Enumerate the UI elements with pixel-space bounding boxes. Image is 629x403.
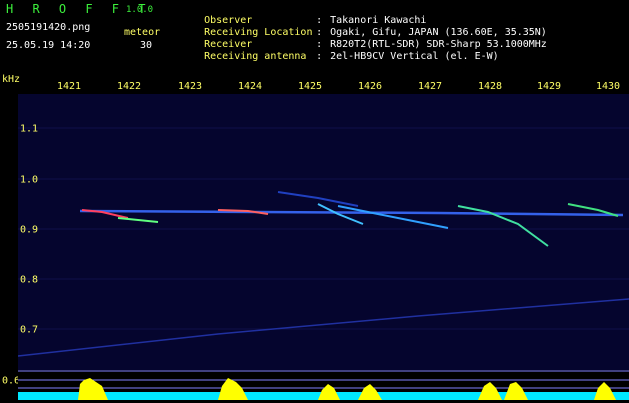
app-version: 1.0.0 [126,5,154,15]
signal-level-svg [18,370,629,400]
x-tick-label: 1426 [357,81,383,92]
meteor-echoes [81,191,619,247]
header-panel: H R O F F T 1.0.0 2505191420.png 25.05.1… [0,0,629,74]
carrier-trace [79,209,624,217]
signal-level-panel [18,370,629,400]
spectrogram-svg [17,127,629,357]
x-tick-label: 1430 [595,81,621,92]
y-tick-label: 0.9 [20,224,39,236]
info-value: 2el-HB9CV Vertical (el. E-W) [330,51,499,62]
y-tick-label: 0.8 [20,274,39,286]
y-tick-label: 0.7 [20,324,39,336]
carrier-trace-faint [17,298,629,357]
y-tick-label: 1.1 [20,123,39,135]
file-name: 2505191420.png [6,22,91,33]
x-tick-label: 1425 [297,81,323,92]
x-tick-label: 1422 [116,81,142,92]
x-tick-label: 1429 [536,81,562,92]
info-label: Receiving antenna [204,51,307,62]
info-row-antenna: Receiving antenna:2el-HB9CV Vertical (el… [180,39,499,75]
timestamp: 25.05.19 14:20 [6,40,91,51]
axis-unit-label: kHz [2,74,21,85]
x-tick-label: 1421 [56,81,82,92]
x-tick-label: 1428 [477,81,503,92]
y-tick-label: 1.0 [20,174,39,186]
meteor-count: 30 [140,40,153,51]
x-tick-label: 1424 [237,81,263,92]
meteor-label: meteor [124,27,161,38]
x-tick-label: 1427 [417,81,443,92]
spectrogram-display: 1.1 1.0 0.9 0.8 0.7 [17,94,629,370]
x-tick-label: 1423 [177,81,203,92]
info-separator: : [316,51,323,62]
spectrogram-grid [18,127,629,330]
